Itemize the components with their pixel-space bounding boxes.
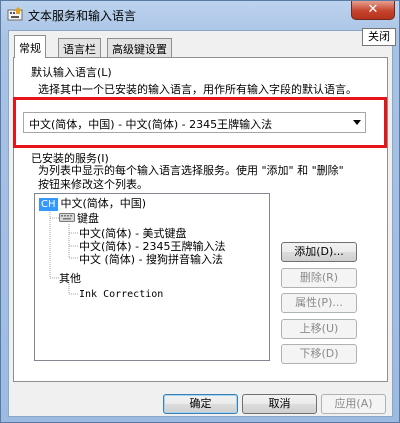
chevron-down-icon [353,120,361,125]
default-language-description: 选择其中一个已安装的输入语言，用作所有输入字段的默认语言。 [38,83,357,96]
add-button[interactable]: 添加(D)... [281,242,357,262]
installed-services-tree[interactable]: CH 中文(简体，中国) 键盘 中文(简体) - 美式键盘 中文(简体) - 23… [34,193,270,361]
text-services-icon [7,7,23,21]
default-language-selected-value: 中文(简体，中国) - 中文(简体) - 2345王牌输入法 [29,118,273,131]
language-badge: CH [39,198,58,211]
keyboard-icon [59,213,75,222]
properties-button[interactable]: 属性(P)... [281,293,357,313]
tree-node-other[interactable]: 其他 [59,271,81,286]
move-up-button[interactable]: 上移(U) [281,319,357,339]
title-bar[interactable]: 文本服务和输入语言 ✕ [1,1,399,29]
tab-general[interactable]: 常规 [14,35,46,58]
cancel-button[interactable]: 取消 [242,394,317,414]
installed-services-description-2: 按钮来修改这个列表。 [38,178,148,191]
tree-other-label: 其他 [59,272,81,285]
tab-language-bar[interactable]: 语言栏 [58,38,101,57]
default-language-group-title: 默认输入语言(L) [31,64,114,80]
tree-node-keyboard[interactable]: 键盘 [59,211,99,226]
apply-button[interactable]: 应用(A) [321,394,386,414]
move-down-button[interactable]: 下移(D) [281,344,357,364]
tree-item-label: Ink Correction [79,289,164,300]
tree-node-keyboard-item[interactable]: 中文 (简体) - 搜狗拼音输入法 [79,252,223,267]
tab-advanced-key-settings[interactable]: 高级键设置 [107,38,172,57]
tree-language-label: 中文(简体，中国) [60,197,147,210]
default-language-select[interactable]: 中文(简体，中国) - 中文(简体) - 2345王牌输入法 [23,112,366,133]
dialog-window: 文本服务和输入语言 ✕ 关闭 常规 语言栏 高级键设置 默认输入语言(L) 选择… [0,0,400,423]
close-button[interactable]: ✕ [351,1,395,20]
remove-button[interactable]: 删除(R) [281,268,357,288]
ok-button[interactable]: 确定 [163,394,238,414]
close-tooltip: 关闭 [362,28,396,46]
tree-keyboard-label: 键盘 [77,212,99,225]
tree-node-language[interactable]: CH 中文(简体，中国) [39,196,146,211]
window-title: 文本服务和输入语言 [28,9,137,23]
tree-item-label: 中文 (简体) - 搜狗拼音输入法 [79,253,224,266]
tree-node-other-item[interactable]: Ink Correction [79,287,163,302]
close-icon: ✕ [367,2,379,17]
